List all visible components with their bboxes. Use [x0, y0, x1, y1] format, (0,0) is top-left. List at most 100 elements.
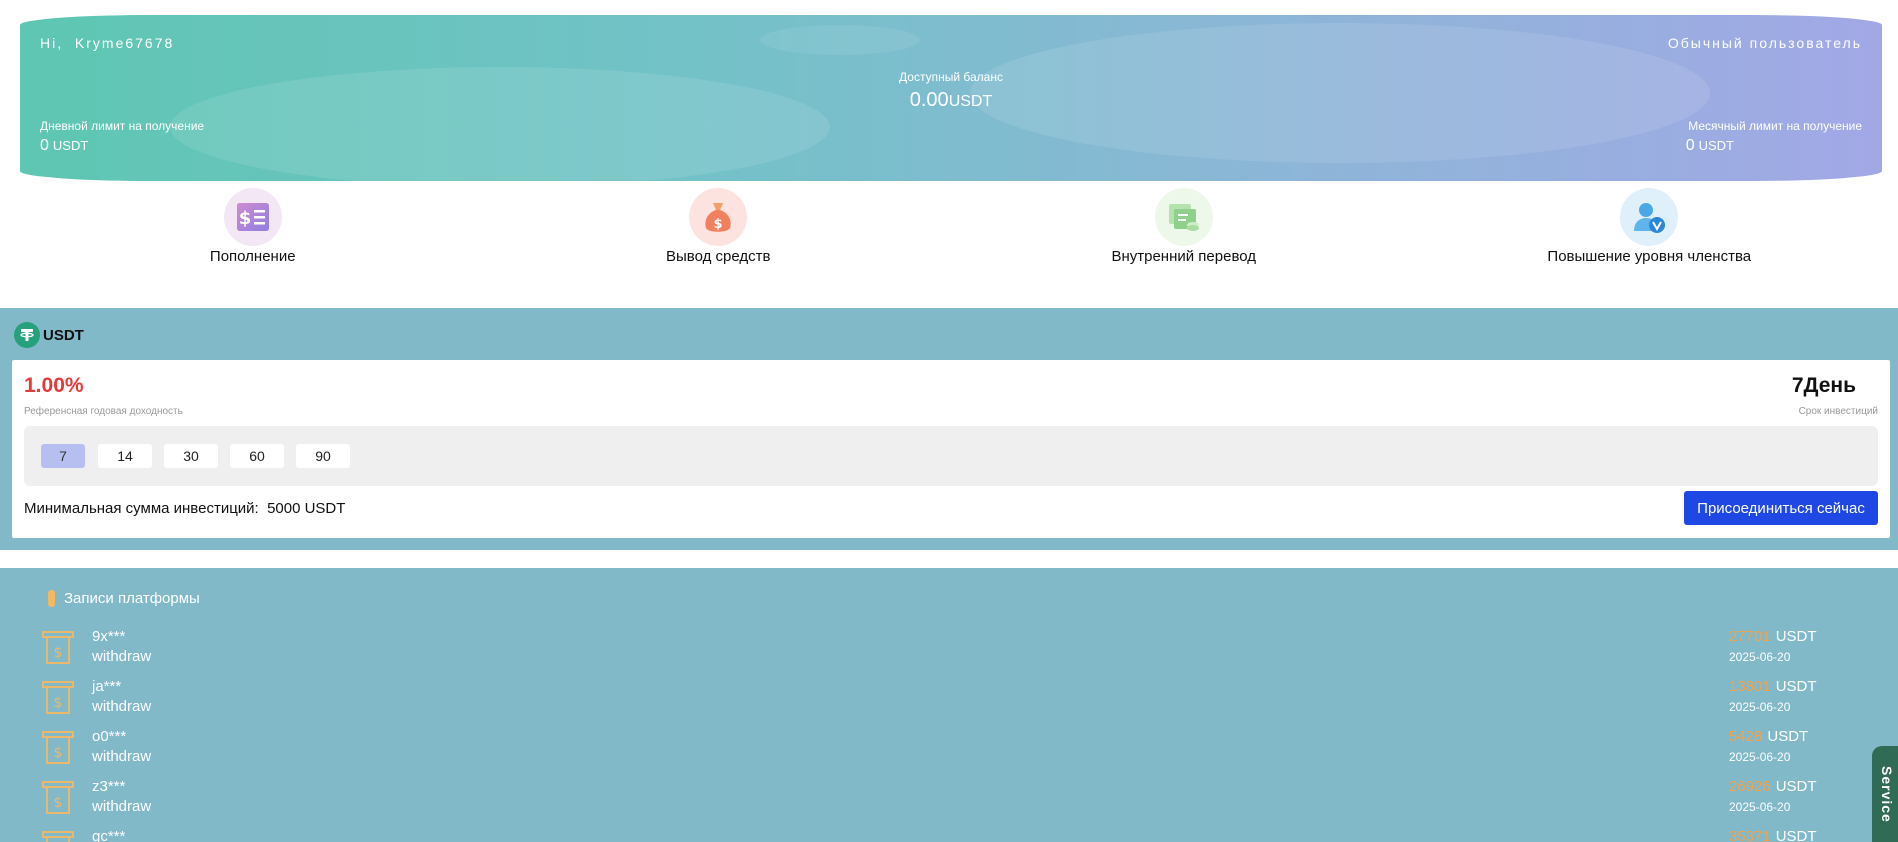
record-amount-value: 5428 [1729, 728, 1763, 745]
record-amount: 13801 USDT [1729, 678, 1817, 695]
record-user: ja*** [92, 678, 122, 695]
record-date: 2025-06-20 [1729, 700, 1791, 714]
record-user: z3*** [92, 778, 126, 795]
record-amount-unit: USDT [1767, 728, 1809, 745]
balance-label: Доступный баланс [899, 70, 1003, 84]
record-user: o0*** [92, 728, 127, 745]
svg-text:$: $ [714, 217, 723, 232]
atm-cash-icon: $ [42, 730, 74, 771]
transfer-icon [1154, 188, 1213, 246]
record-amount-unit: USDT [1775, 628, 1817, 645]
membership-upgrade-label: Повышение уровня членства [1547, 248, 1752, 265]
daily-limit-amount: 0 [40, 137, 49, 154]
atm-cash-icon: $ [42, 630, 74, 671]
atm-cash-icon: $ [42, 680, 74, 721]
list-item: $ gc*** withdraw 35371USDT 2025-06-20 [0, 828, 1898, 842]
minimum-investment-value: 5000 USDT [267, 500, 346, 517]
annual-rate-label: Референсная годовая доходность [24, 406, 183, 417]
record-date: 2025-06-20 [1729, 750, 1791, 764]
record-amount-value: 35371 [1729, 828, 1771, 842]
coin-name: USDT [43, 326, 84, 344]
record-amount-value: 27701 [1729, 628, 1771, 645]
record-amount-unit: USDT [1775, 678, 1817, 695]
records-title-text: Записи платформы [64, 590, 200, 607]
records-title: Записи платформы [48, 590, 200, 607]
record-amount: 5428 USDT [1729, 728, 1808, 745]
internal-transfer-label: Внутренний перевод [1111, 248, 1257, 265]
record-type: withdraw [92, 648, 152, 665]
record-user: gc*** [92, 828, 126, 842]
svg-text:$: $ [54, 795, 63, 811]
withdraw-button[interactable]: $ Вывод средств [486, 188, 952, 272]
title-accent-bar [48, 590, 55, 607]
period-option-60[interactable]: 60 [230, 444, 284, 468]
service-label: Service [1879, 766, 1895, 823]
username: Kryme67678 [74, 35, 175, 51]
money-bag-icon: $ [689, 188, 748, 246]
svg-text:$: $ [54, 745, 63, 761]
svg-text:$: $ [54, 695, 63, 711]
record-amount: 35371 USDT [1729, 828, 1817, 842]
vip-user-icon [1620, 188, 1679, 246]
record-date: 2025-06-20 [1729, 800, 1791, 814]
list-item: $ o0*** withdraw 5428 USDT 2025-06-20 [0, 728, 1898, 778]
deposit-icon: $ [223, 188, 282, 246]
atm-cash-icon: $ [42, 830, 74, 842]
account-summary-card: Hi, Kryme67678 Обычный пользователь Дост… [20, 15, 1882, 181]
monthly-limit-label: Месячный лимит на получение [1688, 119, 1862, 133]
record-amount-value: 13801 [1729, 678, 1771, 695]
join-now-button[interactable]: Присоединиться сейчас [1684, 491, 1878, 525]
period-selector: 7 14 30 60 90 [24, 426, 1878, 486]
record-type: withdraw [92, 748, 152, 765]
balance-value: 0.00USDT [20, 89, 1882, 112]
daily-limit-label: Дневной лимит на получение [40, 119, 205, 133]
deposit-label: Пополнение [209, 248, 296, 265]
membership-upgrade-button[interactable]: Повышение уровня членства [1417, 188, 1883, 272]
monthly-limit-amount: 0 [1685, 137, 1695, 154]
record-amount-value: 26926 [1729, 778, 1771, 795]
withdraw-label: Вывод средств [666, 248, 771, 265]
greeting: Hi, Kryme67678 [40, 35, 174, 51]
period-option-14[interactable]: 14 [98, 444, 152, 468]
product-header: USDT [14, 322, 84, 348]
investment-term: 7День [1791, 374, 1856, 397]
annual-rate: 1.00% [24, 374, 84, 397]
internal-transfer-button[interactable]: Внутренний перевод [951, 188, 1417, 272]
list-item: $ z3*** withdraw 26926 USDT 2025-06-20 [0, 778, 1898, 828]
record-user: 9x*** [92, 628, 126, 645]
decor-blob [170, 67, 830, 181]
record-type: withdraw [92, 698, 152, 715]
tether-icon [14, 322, 40, 348]
record-date: 2025-06-20 [1729, 650, 1791, 664]
decor-blob [760, 25, 920, 55]
record-amount-unit: USDT [1775, 778, 1817, 795]
minimum-investment: Минимальная сумма инвестиций: 5000 USDT [24, 500, 345, 517]
monthly-limit-value: 0 USDT [1686, 137, 1734, 155]
record-amount: 26926 USDT [1729, 778, 1817, 795]
svg-text:$: $ [54, 645, 63, 661]
period-option-30[interactable]: 30 [164, 444, 218, 468]
period-option-90[interactable]: 90 [296, 444, 350, 468]
svg-text:$: $ [238, 208, 251, 229]
daily-limit-unit: USDT [52, 138, 89, 153]
list-item: $ 9x*** withdraw 27701 USDT 2025-06-20 [0, 628, 1898, 678]
record-amount-unit: USDT [1775, 828, 1817, 842]
usdt-product-panel: USDT 1.00% Референсная годовая доходност… [0, 308, 1898, 550]
quick-actions: $ Пополнение $ Вывод средств Внутренний … [20, 188, 1882, 272]
user-level: Обычный пользователь [1667, 35, 1862, 51]
platform-records: Записи платформы $ 9x*** withdraw 27701 U… [0, 568, 1898, 842]
daily-limit-value: 0 USDT [40, 137, 88, 155]
list-item: $ ja*** withdraw 13801 USDT 2025-06-20 [0, 678, 1898, 728]
customer-service-tab[interactable]: Service [1872, 746, 1898, 842]
record-type: withdraw [92, 798, 152, 815]
balance-unit: USDT [948, 93, 993, 110]
minimum-investment-label: Минимальная сумма инвестиций: [24, 500, 259, 517]
product-card: 1.00% Референсная годовая доходность 7Де… [12, 360, 1890, 538]
atm-cash-icon: $ [42, 780, 74, 821]
period-option-7[interactable]: 7 [41, 444, 85, 468]
record-amount: 27701 USDT [1729, 628, 1817, 645]
monthly-limit-unit: USDT [1698, 138, 1734, 153]
deposit-button[interactable]: $ Пополнение [20, 188, 486, 272]
balance-amount: 0.00 [909, 89, 949, 111]
greeting-text: Hi, [40, 35, 64, 51]
